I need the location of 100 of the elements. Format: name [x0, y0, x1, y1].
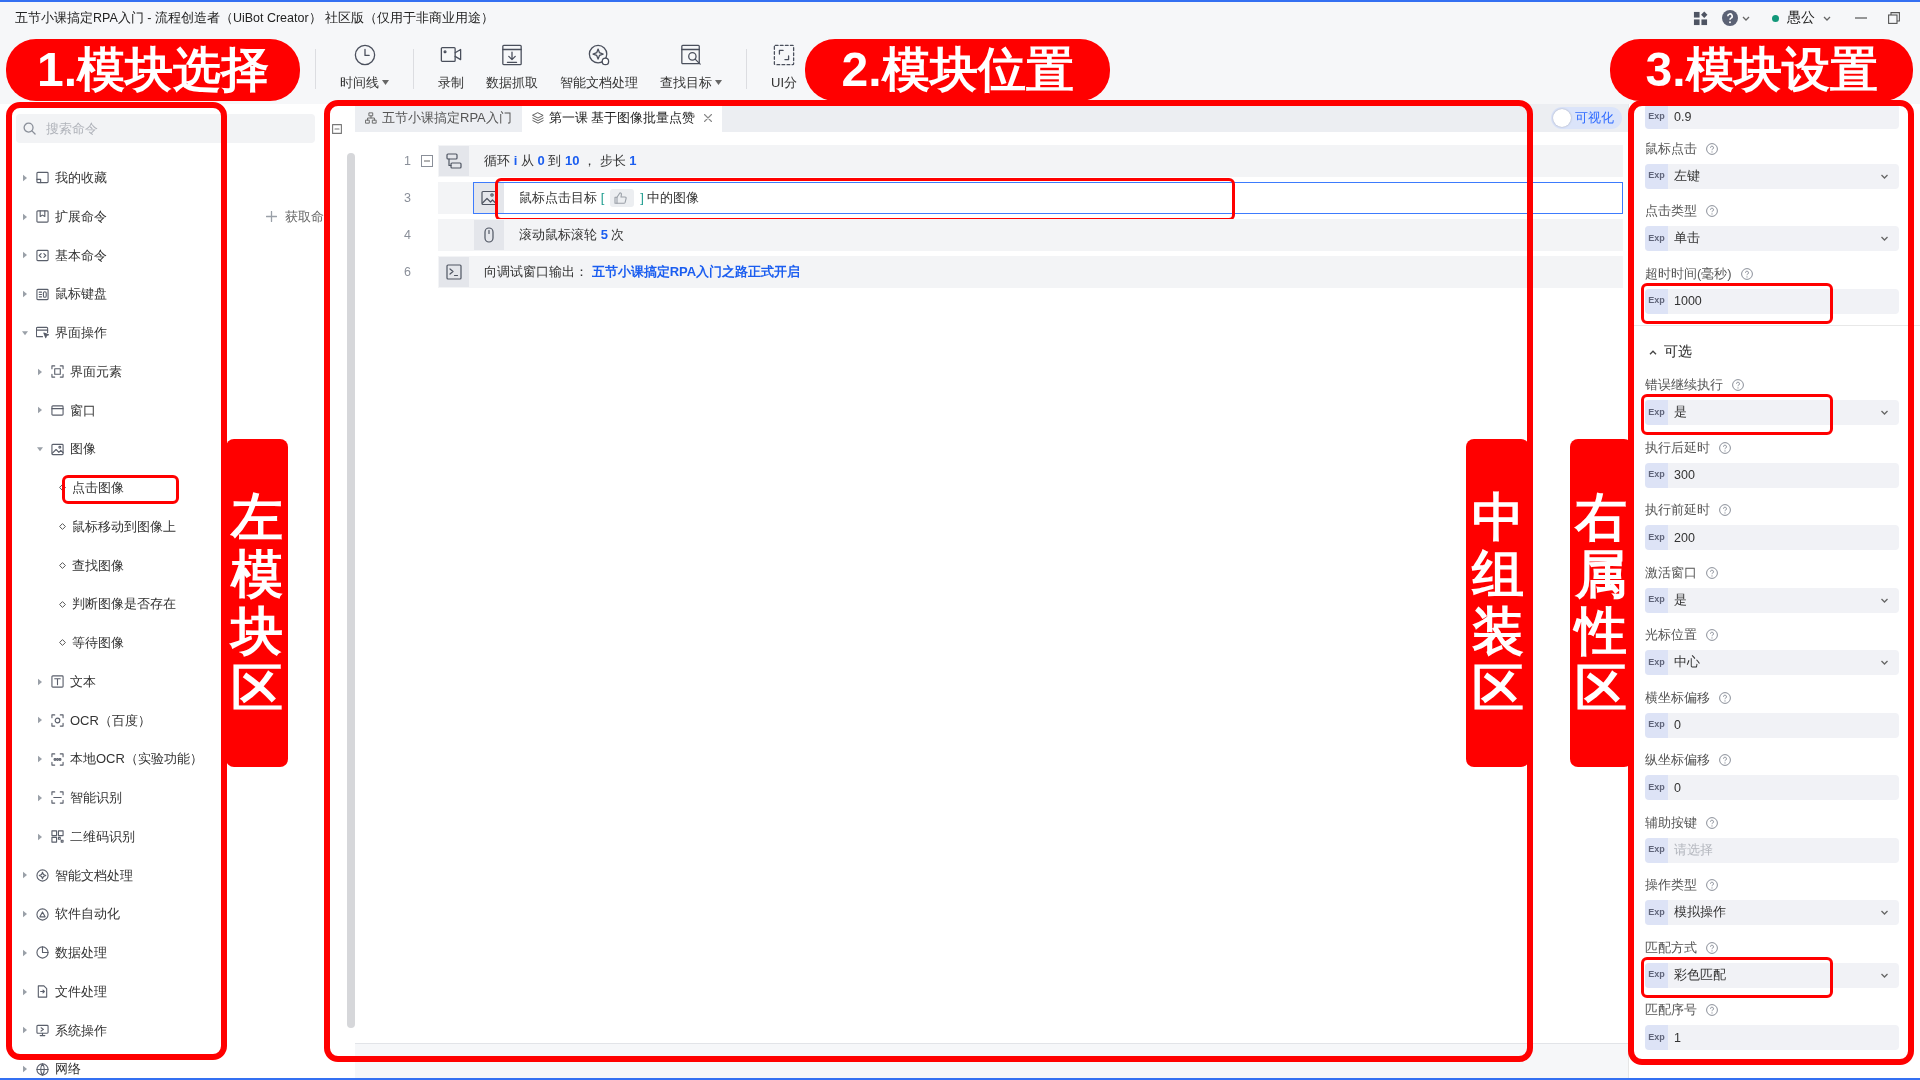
dropdown-field[interactable]: Exp 左键 [1645, 163, 1899, 189]
dropdown-field[interactable]: Exp 单击 [1645, 226, 1899, 251]
tree-item[interactable]: 查找图像 [59, 557, 124, 574]
tree-item[interactable]: 智能识别 [37, 789, 122, 806]
input-field[interactable]: 0.9 [1668, 104, 1899, 129]
section-toggle[interactable]: 可选 [1645, 341, 1692, 363]
tree-item[interactable]: 扩展命令 [22, 208, 107, 225]
scrollbar-thumb[interactable] [347, 153, 355, 1028]
dropdown-field[interactable]: Exp 中心 [1645, 650, 1899, 675]
input-field[interactable]: 1 [1668, 1025, 1899, 1050]
expression-toggle[interactable]: Exp [1645, 226, 1668, 251]
panel-toggle-icon[interactable] [332, 124, 342, 134]
help-menu-button[interactable] [1722, 10, 1750, 26]
caret-icon[interactable] [22, 290, 28, 299]
dropdown-field[interactable]: Exp 模拟操作 [1645, 900, 1899, 925]
expression-toggle[interactable]: Exp [1645, 775, 1668, 800]
expression-toggle[interactable]: Exp [1645, 900, 1668, 925]
help-icon[interactable] [1706, 629, 1718, 641]
get-commands-link[interactable]: 获取命 [266, 206, 330, 227]
caret-icon[interactable] [37, 406, 43, 415]
tree-item[interactable]: 二维码识别 [37, 828, 135, 845]
caret-icon[interactable] [37, 677, 43, 686]
expression-toggle[interactable]: Exp [1645, 587, 1668, 613]
caret-icon[interactable] [37, 832, 43, 841]
expression-toggle[interactable]: Exp [1645, 837, 1668, 863]
help-icon[interactable] [1719, 754, 1731, 766]
caret-icon[interactable] [22, 328, 28, 337]
user-menu-button[interactable]: 愚公 [1772, 7, 1831, 29]
caret-icon[interactable] [37, 716, 43, 725]
tree-item[interactable]: 界面操作 [22, 324, 107, 341]
expression-toggle[interactable]: Exp [1645, 1025, 1668, 1050]
toolbar-button[interactable]: UI分 [760, 34, 808, 91]
expression-toggle[interactable]: Exp [1645, 650, 1668, 675]
tab[interactable]: 第一课 基于图像批量点赞 [521, 104, 723, 132]
dropdown-field[interactable]: Exp 是 [1645, 400, 1899, 425]
tree-item[interactable]: 文本 [37, 673, 96, 690]
help-icon[interactable] [1740, 267, 1753, 280]
input-field[interactable]: 1000 [1668, 288, 1899, 314]
caret-icon[interactable] [22, 173, 28, 182]
input-field[interactable]: 300 [1668, 462, 1899, 488]
caret-icon[interactable] [37, 755, 43, 764]
expression-toggle[interactable]: Exp [1645, 712, 1668, 738]
tree-item[interactable]: 判断图像是否存在 [59, 596, 176, 613]
search-field[interactable]: 搜索命令 [16, 114, 315, 143]
tree-item[interactable]: 我的收藏 [22, 169, 107, 186]
caret-icon[interactable] [22, 1026, 28, 1035]
help-icon[interactable] [1706, 816, 1718, 829]
tree-item[interactable]: 文件处理 [22, 983, 107, 1000]
input-field[interactable]: 0 [1668, 775, 1899, 800]
tree-item[interactable]: 鼠标键盘 [22, 286, 107, 303]
help-icon[interactable] [1732, 379, 1744, 391]
tree-item[interactable]: 本地OCR（实验功能） [37, 751, 203, 768]
expression-toggle[interactable]: Exp [1645, 962, 1668, 988]
tree-item[interactable]: 窗口 [37, 402, 96, 419]
toolbar-button[interactable]: 智能文档处理 [549, 34, 649, 91]
toolbar-button[interactable]: 录制 [427, 34, 475, 91]
collapse-icon[interactable] [420, 155, 433, 167]
tree-item[interactable]: 网络 [22, 1061, 81, 1078]
tree-item[interactable]: 图像 [37, 441, 96, 458]
help-icon[interactable] [1719, 441, 1731, 454]
apps-icon[interactable] [1693, 10, 1708, 26]
tree-item[interactable]: 数据处理 [22, 944, 107, 961]
expression-toggle[interactable]: Exp [1645, 525, 1668, 550]
input-field[interactable]: 0 [1668, 712, 1899, 738]
tree-item[interactable]: 等待图像 [59, 634, 124, 651]
help-icon[interactable] [1706, 879, 1718, 891]
tree-item[interactable]: 基本命令 [22, 247, 107, 264]
caret-icon[interactable] [37, 793, 43, 802]
caret-icon[interactable] [22, 871, 28, 880]
tree-item[interactable]: 系统操作 [22, 1022, 107, 1039]
tree-item[interactable]: 点击图像 [59, 479, 124, 496]
help-icon[interactable] [1706, 142, 1718, 155]
expression-toggle[interactable]: Exp [1645, 400, 1668, 425]
input-field[interactable]: 200 [1668, 525, 1899, 550]
tree-item[interactable]: 软件自动化 [22, 906, 120, 923]
visual-toggle[interactable]: 可视化 [1551, 107, 1622, 129]
expression-toggle[interactable]: Exp [1645, 462, 1668, 488]
caret-icon[interactable] [22, 948, 28, 957]
tree-item[interactable]: OCR（百度） [37, 712, 151, 729]
dropdown-field[interactable]: Exp 彩色匹配 [1645, 962, 1899, 988]
dropdown-field[interactable]: Exp 是 [1645, 587, 1899, 613]
caret-icon[interactable] [22, 1065, 28, 1074]
tree-item[interactable]: 鼠标移动到图像上 [59, 518, 176, 535]
caret-icon[interactable] [22, 212, 28, 221]
toolbar-button[interactable]: 查找目标 [649, 34, 733, 91]
caret-icon[interactable] [22, 910, 28, 919]
caret-icon[interactable] [37, 445, 43, 454]
help-icon[interactable] [1706, 205, 1718, 217]
help-icon[interactable] [1706, 1004, 1718, 1016]
caret-icon[interactable] [22, 987, 28, 996]
caret-icon[interactable] [37, 367, 43, 376]
toolbar-button[interactable]: 时间线 [329, 34, 400, 91]
input-field[interactable]: 请选择 [1668, 837, 1899, 863]
expression-toggle[interactable]: Exp [1645, 288, 1668, 314]
help-icon[interactable] [1719, 691, 1731, 704]
help-icon[interactable] [1719, 504, 1731, 516]
tab[interactable]: 五节小课搞定RPA入门 [355, 104, 522, 132]
help-icon[interactable] [1706, 566, 1718, 579]
restore-icon[interactable] [1888, 12, 1900, 24]
expression-toggle[interactable]: Exp [1645, 104, 1668, 129]
